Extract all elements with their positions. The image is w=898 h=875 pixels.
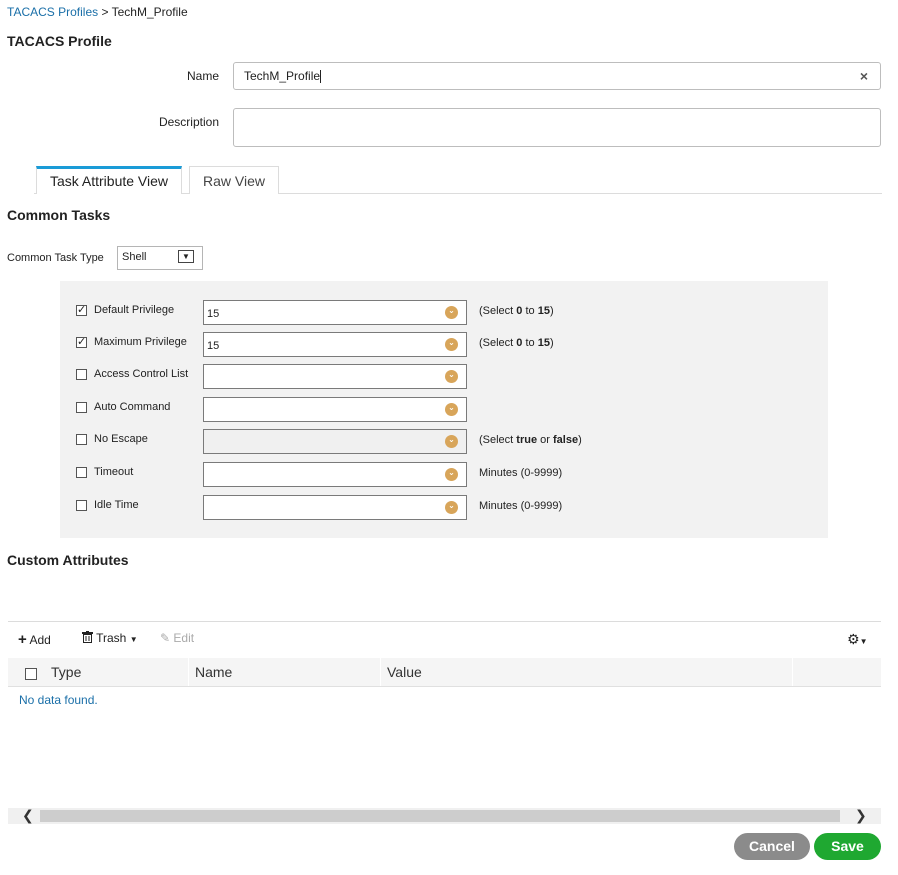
no-escape-hint-part: or	[537, 434, 553, 446]
breadcrumb-current: TechM_Profile	[111, 5, 188, 19]
auto-command-label: Auto Command	[94, 401, 171, 413]
breadcrumb: TACACS Profiles > TechM_Profile	[7, 5, 188, 19]
common-task-type-select[interactable]: Shell ▼	[117, 246, 203, 270]
caret-down-icon: ▼	[859, 637, 868, 646]
select-all-checkbox[interactable]	[25, 668, 37, 680]
column-header-name[interactable]: Name	[195, 664, 232, 680]
access-control-list-input[interactable]: ⌄	[203, 364, 467, 389]
tab-task-attribute-view[interactable]: Task Attribute View	[36, 166, 182, 194]
trash-icon	[82, 631, 93, 643]
maximum-privilege-label: Maximum Privilege	[94, 336, 187, 348]
no-escape-hint-part: )	[578, 434, 582, 446]
no-escape-hint-part: false	[552, 434, 579, 446]
column-divider	[792, 658, 793, 686]
default-privilege-hint-part: to	[522, 305, 538, 317]
default-privilege-value: 15	[207, 308, 220, 320]
chevron-down-icon[interactable]: ⌄	[445, 435, 458, 448]
default-privilege-label: Default Privilege	[94, 304, 175, 316]
chevron-down-icon[interactable]: ⌄	[445, 338, 458, 351]
caret-down-icon: ▼	[129, 635, 138, 644]
timeout-checkbox[interactable]	[76, 467, 87, 478]
no-escape-hint: (Select true or false)	[479, 434, 582, 446]
idle-time-hint-part: Minutes (0-9999)	[479, 500, 563, 512]
chevron-down-icon[interactable]: ⌄	[445, 468, 458, 481]
default-privilege-hint-part: (Select	[479, 305, 517, 317]
common-task-type-label: Common Task Type	[7, 252, 104, 264]
common-tasks-title: Common Tasks	[7, 207, 111, 223]
timeout-hint-part: Minutes (0-9999)	[479, 467, 563, 479]
no-escape-hint-part: true	[516, 434, 538, 446]
name-field[interactable]: TechM_Profile ×	[233, 62, 881, 90]
clear-icon[interactable]: ×	[860, 68, 868, 84]
maximum-privilege-hint: (Select 0 to 15)	[479, 337, 554, 349]
description-label: Description	[158, 115, 219, 129]
idle-time-label: Idle Time	[94, 499, 139, 511]
edit-button[interactable]: ✎ Edit	[160, 631, 194, 645]
table-header	[8, 658, 881, 687]
maximum-privilege-hint-part: )	[549, 337, 554, 349]
cancel-button[interactable]: Cancel	[734, 833, 810, 860]
no-escape-label: No Escape	[94, 433, 148, 445]
chevron-down-icon[interactable]: ⌄	[445, 403, 458, 416]
edit-button-label: Edit	[173, 631, 195, 645]
tab-raw-view[interactable]: Raw View	[189, 166, 279, 194]
maximum-privilege-input[interactable]: 15 ⌄	[203, 332, 467, 357]
column-header-type[interactable]: Type	[51, 664, 81, 680]
maximum-privilege-checkbox[interactable]: ✓	[76, 337, 87, 348]
default-privilege-hint: (Select 0 to 15)	[479, 305, 554, 317]
common-task-type-value: Shell	[122, 251, 147, 263]
scroll-right-icon[interactable]: ❯	[855, 807, 867, 824]
plus-icon: +	[18, 631, 27, 648]
timeout-input[interactable]: ⌄	[203, 462, 467, 487]
chevron-down-icon[interactable]: ⌄	[445, 370, 458, 383]
add-button-label: Add	[29, 633, 51, 647]
empty-state-text: No data found.	[19, 693, 98, 707]
auto-command-input[interactable]: ⌄	[203, 397, 467, 422]
idle-time-hint: Minutes (0-9999)	[479, 500, 562, 512]
trash-button[interactable]: Trash ▼	[82, 631, 138, 645]
idle-time-input[interactable]: ⌄	[203, 495, 467, 520]
breadcrumb-separator: >	[98, 5, 112, 19]
default-privilege-input[interactable]: 15 ⌄	[203, 300, 467, 325]
chevron-down-icon[interactable]: ⌄	[445, 306, 458, 319]
column-header-value[interactable]: Value	[387, 664, 422, 680]
edit-icon: ✎	[160, 631, 171, 645]
column-divider	[380, 658, 381, 686]
add-button[interactable]: + Add	[18, 631, 51, 648]
no-escape-input[interactable]: ⌄	[203, 429, 467, 454]
name-field-value: TechM_Profile	[244, 69, 321, 83]
maximum-privilege-value: 15	[207, 340, 220, 352]
default-privilege-hint-part: 15	[537, 305, 550, 317]
toolbar-divider	[8, 621, 881, 622]
save-button[interactable]: Save	[814, 833, 881, 860]
chevron-down-icon[interactable]: ⌄	[445, 501, 458, 514]
access-control-list-checkbox[interactable]	[76, 369, 87, 380]
breadcrumb-link-tacacs-profiles[interactable]: TACACS Profiles	[7, 5, 98, 19]
custom-attributes-title: Custom Attributes	[7, 552, 129, 568]
name-label: Name	[186, 69, 219, 83]
description-field[interactable]	[233, 108, 881, 147]
trash-button-label: Trash	[96, 631, 127, 645]
chevron-down-icon: ▼	[178, 250, 194, 263]
default-privilege-hint-part: )	[549, 305, 554, 317]
timeout-hint: Minutes (0-9999)	[479, 467, 562, 479]
maximum-privilege-hint-part: 15	[537, 337, 550, 349]
timeout-label: Timeout	[94, 466, 134, 478]
column-divider	[188, 658, 189, 686]
maximum-privilege-hint-part: (Select	[479, 337, 517, 349]
auto-command-checkbox[interactable]	[76, 402, 87, 413]
scroll-left-icon[interactable]: ❮	[22, 807, 34, 824]
maximum-privilege-hint-part: to	[522, 337, 538, 349]
no-escape-hint-part: (Select	[479, 434, 517, 446]
idle-time-checkbox[interactable]	[76, 500, 87, 511]
gear-icon: ⚙	[847, 631, 860, 647]
scrollbar-thumb[interactable]	[40, 810, 840, 822]
access-control-list-label: Access Control List	[94, 368, 189, 380]
settings-button[interactable]: ⚙▼	[847, 631, 867, 648]
page-title: TACACS Profile	[7, 33, 112, 49]
no-escape-checkbox[interactable]	[76, 434, 87, 445]
default-privilege-checkbox[interactable]: ✓	[76, 305, 87, 316]
